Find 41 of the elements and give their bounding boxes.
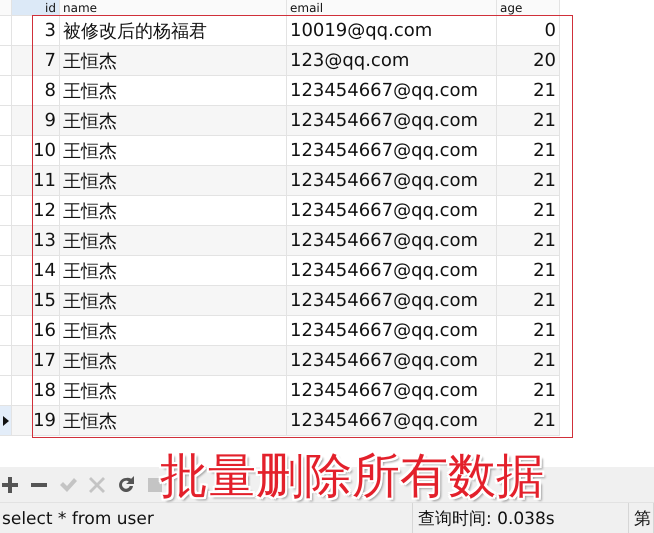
table-cell: 21 bbox=[497, 166, 560, 196]
table-cell: 123454667@qq.com bbox=[287, 286, 497, 316]
refresh-icon[interactable] bbox=[117, 476, 135, 494]
table-cell: 21 bbox=[497, 106, 560, 136]
table-cell: 王恒杰 bbox=[60, 226, 287, 256]
table-cell: 9 bbox=[12, 106, 60, 136]
table-cell: 13 bbox=[12, 226, 60, 256]
column-header[interactable]: age bbox=[497, 0, 560, 16]
table-cell: 123454667@qq.com bbox=[287, 166, 497, 196]
table-cell: 19 bbox=[12, 406, 60, 436]
header-corner bbox=[0, 0, 12, 16]
table-cell: 17 bbox=[12, 346, 60, 376]
table-cell: 123@qq.com bbox=[287, 46, 497, 76]
plus-icon[interactable] bbox=[1, 476, 19, 494]
table-cell: 123454667@qq.com bbox=[287, 406, 497, 436]
current-row-icon bbox=[2, 416, 8, 426]
table-cell: 15 bbox=[12, 286, 60, 316]
table-cell: 123454667@qq.com bbox=[287, 226, 497, 256]
table-cell: 21 bbox=[497, 226, 560, 256]
table-cell: 20 bbox=[497, 46, 560, 76]
table-cell: 21 bbox=[497, 346, 560, 376]
table-cell: 王恒杰 bbox=[60, 406, 287, 436]
record-info: 第 bbox=[629, 503, 654, 533]
annotation-caption: 批量删除所有数据 bbox=[160, 448, 544, 504]
table-cell: 7 bbox=[12, 46, 60, 76]
table-cell: 王恒杰 bbox=[60, 286, 287, 316]
table-cell: 123454667@qq.com bbox=[287, 106, 497, 136]
table-cell: 王恒杰 bbox=[60, 106, 287, 136]
table-cell: 11 bbox=[12, 166, 60, 196]
table-cell: 王恒杰 bbox=[60, 46, 287, 76]
column-header[interactable]: id bbox=[12, 0, 60, 16]
table-cell: 21 bbox=[497, 286, 560, 316]
table-cell: 123454667@qq.com bbox=[287, 346, 497, 376]
sql-statement: select * from user bbox=[0, 503, 413, 533]
column-header[interactable]: name bbox=[60, 0, 287, 16]
row-indicator[interactable] bbox=[0, 406, 12, 436]
query-time: 查询时间: 0.038s bbox=[413, 503, 629, 533]
table-cell: 21 bbox=[497, 406, 560, 436]
column-header[interactable]: email bbox=[287, 0, 497, 16]
table-cell: 王恒杰 bbox=[60, 166, 287, 196]
table-cell: 王恒杰 bbox=[60, 346, 287, 376]
